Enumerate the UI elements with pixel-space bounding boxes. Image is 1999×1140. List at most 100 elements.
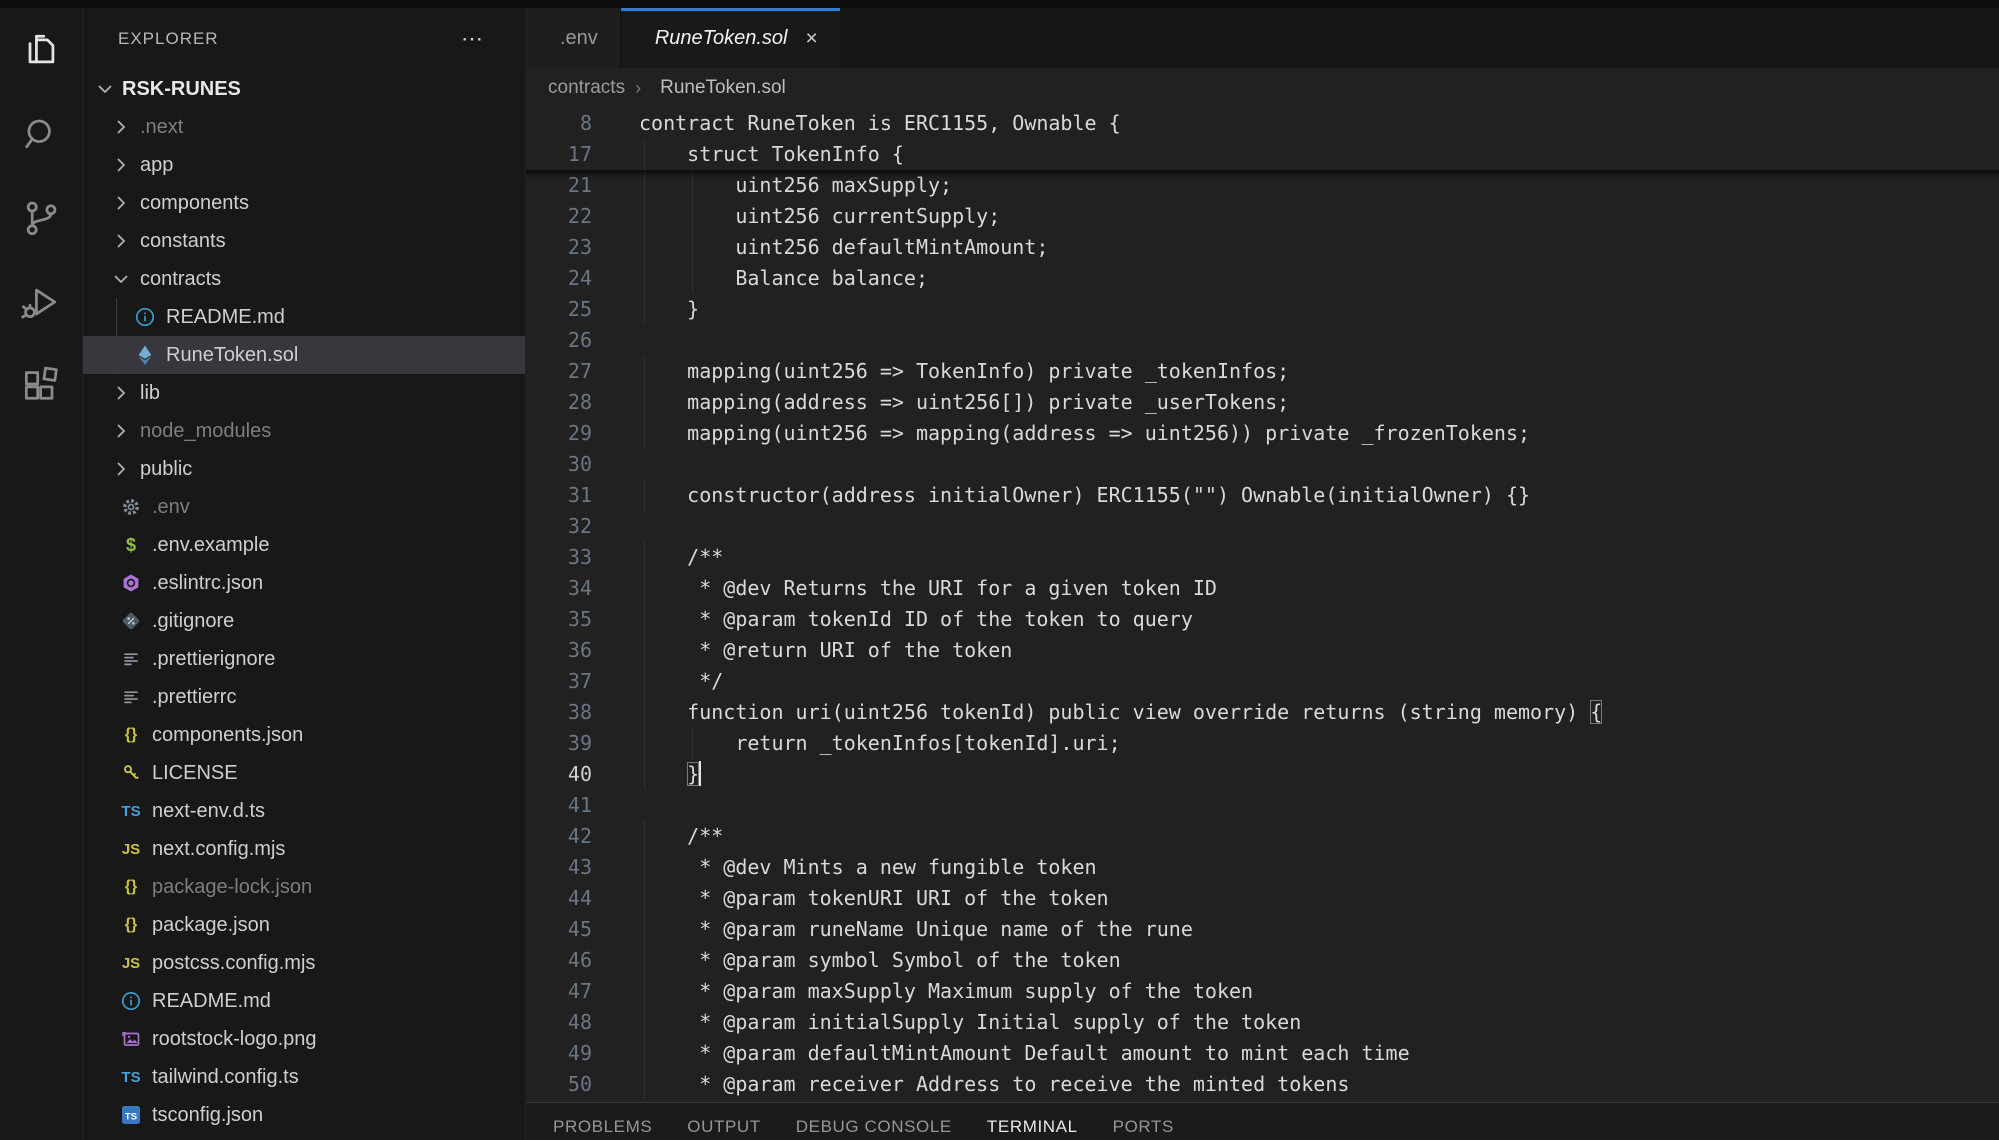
tree-item[interactable]: components <box>83 184 525 222</box>
code-line[interactable]: 47 * @param maxSupply Maximum supply of … <box>526 976 1999 1007</box>
tree-item[interactable]: lib <box>83 374 525 412</box>
tree-item[interactable]: README.md <box>83 298 525 336</box>
line-number: 17 <box>526 139 618 170</box>
code-line[interactable]: 25 } <box>526 294 1999 325</box>
code-line[interactable]: 26 <box>526 325 1999 356</box>
code-line[interactable]: 35 * @param tokenId ID of the token to q… <box>526 604 1999 635</box>
chevron-right-icon <box>111 421 131 441</box>
tree-item-label: contracts <box>140 268 221 291</box>
code-line[interactable]: 45 * @param runeName Unique name of the … <box>526 914 1999 945</box>
activity-bar <box>0 8 82 1140</box>
code-line[interactable]: 36 * @return URI of the token <box>526 635 1999 666</box>
code-line[interactable]: 31 constructor(address initialOwner) ERC… <box>526 480 1999 511</box>
code-line[interactable]: 29 mapping(uint256 => mapping(address =>… <box>526 418 1999 449</box>
window-top-strip <box>0 0 1999 8</box>
code-line[interactable]: 41 <box>526 790 1999 821</box>
line-number: 47 <box>526 976 618 1007</box>
tree-item[interactable]: .gitignore <box>83 602 525 640</box>
more-actions-icon[interactable]: ⋯ <box>461 34 485 44</box>
run-debug-icon[interactable] <box>0 260 82 344</box>
line-number: 23 <box>526 232 618 263</box>
tree-item[interactable]: {} package-lock.json <box>83 868 525 906</box>
tree-item[interactable]: .prettierignore <box>83 640 525 678</box>
search-icon[interactable] <box>0 92 82 176</box>
panel-tab-ports[interactable]: PORTS <box>1113 1117 1174 1137</box>
code-line[interactable]: 27 mapping(uint256 => TokenInfo) private… <box>526 356 1999 387</box>
tree-item[interactable]: TS next-env.d.ts <box>83 792 525 830</box>
tree-item[interactable]: node_modules <box>83 412 525 450</box>
tree-item[interactable]: {} components.json <box>83 716 525 754</box>
tree-item-label: .prettierignore <box>152 648 275 671</box>
tree-item-label: constants <box>140 230 226 253</box>
panel-tab-problems[interactable]: PROBLEMS <box>553 1117 652 1137</box>
line-number: 35 <box>526 604 618 635</box>
tree-root[interactable]: RSK-RUNES <box>83 70 525 108</box>
tree-item[interactable]: JS postcss.config.mjs <box>83 944 525 982</box>
panel-tab-output[interactable]: OUTPUT <box>687 1117 760 1137</box>
tree-item[interactable]: JS next.config.mjs <box>83 830 525 868</box>
tree-item[interactable]: LICENSE <box>83 754 525 792</box>
svg-text:TS: TS <box>125 1112 137 1123</box>
tree-item-label: tailwind.config.ts <box>152 1066 299 1089</box>
code-line[interactable]: 24 Balance balance; <box>526 263 1999 294</box>
tree-item-label: tsconfig.json <box>152 1104 263 1127</box>
code-line[interactable]: 23 uint256 defaultMintAmount; <box>526 232 1999 263</box>
tree-item[interactable]: app <box>83 146 525 184</box>
line-number: 24 <box>526 263 618 294</box>
tree-item[interactable]: .prettierrc <box>83 678 525 716</box>
info-icon <box>119 989 143 1013</box>
code-line[interactable]: 30 <box>526 449 1999 480</box>
code-line[interactable]: 49 * @param defaultMintAmount Default am… <box>526 1038 1999 1069</box>
tree-item[interactable]: TS tailwind.config.ts <box>83 1058 525 1096</box>
tree-item[interactable]: rootstock-logo.png <box>83 1020 525 1058</box>
tree-item[interactable]: README.md <box>83 982 525 1020</box>
chevron-right-icon <box>111 231 131 251</box>
code-line[interactable]: 46 * @param symbol Symbol of the token <box>526 945 1999 976</box>
tree-item[interactable]: .eslintrc.json <box>83 564 525 602</box>
code-line[interactable]: 43 * @dev Mints a new fungible token <box>526 852 1999 883</box>
tab-runetoken-sol[interactable]: RuneToken.sol× <box>621 8 840 68</box>
chevron-right-icon <box>111 155 131 175</box>
tree-item[interactable]: {} package.json <box>83 906 525 944</box>
tree-item[interactable]: contracts <box>83 260 525 298</box>
tree-item-label: .env.example <box>152 534 269 557</box>
code-line[interactable]: 42 /** <box>526 821 1999 852</box>
breadcrumb-file[interactable]: RuneToken.sol <box>660 77 786 99</box>
bottom-panel: PROBLEMS OUTPUT DEBUG CONSOLE TERMINAL PORTS <box>526 1102 1999 1140</box>
panel-tab-debug-console[interactable]: DEBUG CONSOLE <box>796 1117 952 1137</box>
code-line[interactable]: 22 uint256 currentSupply; <box>526 201 1999 232</box>
code-line[interactable]: 39 return _tokenInfos[tokenId].uri; <box>526 728 1999 759</box>
tree-item-label: components <box>140 192 249 215</box>
code-line[interactable]: 38 function uri(uint256 tokenId) public … <box>526 697 1999 728</box>
tree-item[interactable]: constants <box>83 222 525 260</box>
code-editor[interactable]: 8 contract RuneToken is ERC1155, Ownable… <box>526 108 1999 1103</box>
code-line[interactable]: 8 contract RuneToken is ERC1155, Ownable… <box>526 108 1999 139</box>
tab--env[interactable]: .env <box>526 8 621 68</box>
code-line[interactable]: 21 uint256 maxSupply; <box>526 170 1999 201</box>
code-line[interactable]: 28 mapping(address => uint256[]) private… <box>526 387 1999 418</box>
code-line[interactable]: 32 <box>526 511 1999 542</box>
extensions-icon[interactable] <box>0 344 82 428</box>
tree-item[interactable]: .next <box>83 108 525 146</box>
tree-item-label: .env <box>152 496 190 519</box>
line-number: 30 <box>526 449 618 480</box>
tree-item[interactable]: RuneToken.sol <box>83 336 525 374</box>
code-line[interactable]: 40 } <box>526 759 1999 790</box>
source-control-icon[interactable] <box>0 176 82 260</box>
code-line[interactable]: 44 * @param tokenURI URI of the token <box>526 883 1999 914</box>
files-icon[interactable] <box>0 8 82 92</box>
chevron-down-icon <box>111 269 131 289</box>
breadcrumb-folder[interactable]: contracts <box>548 77 625 99</box>
tree-item[interactable]: $ .env.example <box>83 526 525 564</box>
code-line[interactable]: 17 struct TokenInfo { <box>526 139 1999 170</box>
tree-item[interactable]: .env <box>83 488 525 526</box>
tree-item[interactable]: public <box>83 450 525 488</box>
code-line[interactable]: 33 /** <box>526 542 1999 573</box>
code-line[interactable]: 50 * @param receiver Address to receive … <box>526 1069 1999 1100</box>
panel-tab-terminal[interactable]: TERMINAL <box>987 1117 1078 1137</box>
close-icon[interactable]: × <box>806 28 818 49</box>
code-line[interactable]: 34 * @dev Returns the URI for a given to… <box>526 573 1999 604</box>
code-line[interactable]: 37 */ <box>526 666 1999 697</box>
code-line[interactable]: 48 * @param initialSupply Initial supply… <box>526 1007 1999 1038</box>
tree-item[interactable]: TS tsconfig.json <box>83 1096 525 1134</box>
